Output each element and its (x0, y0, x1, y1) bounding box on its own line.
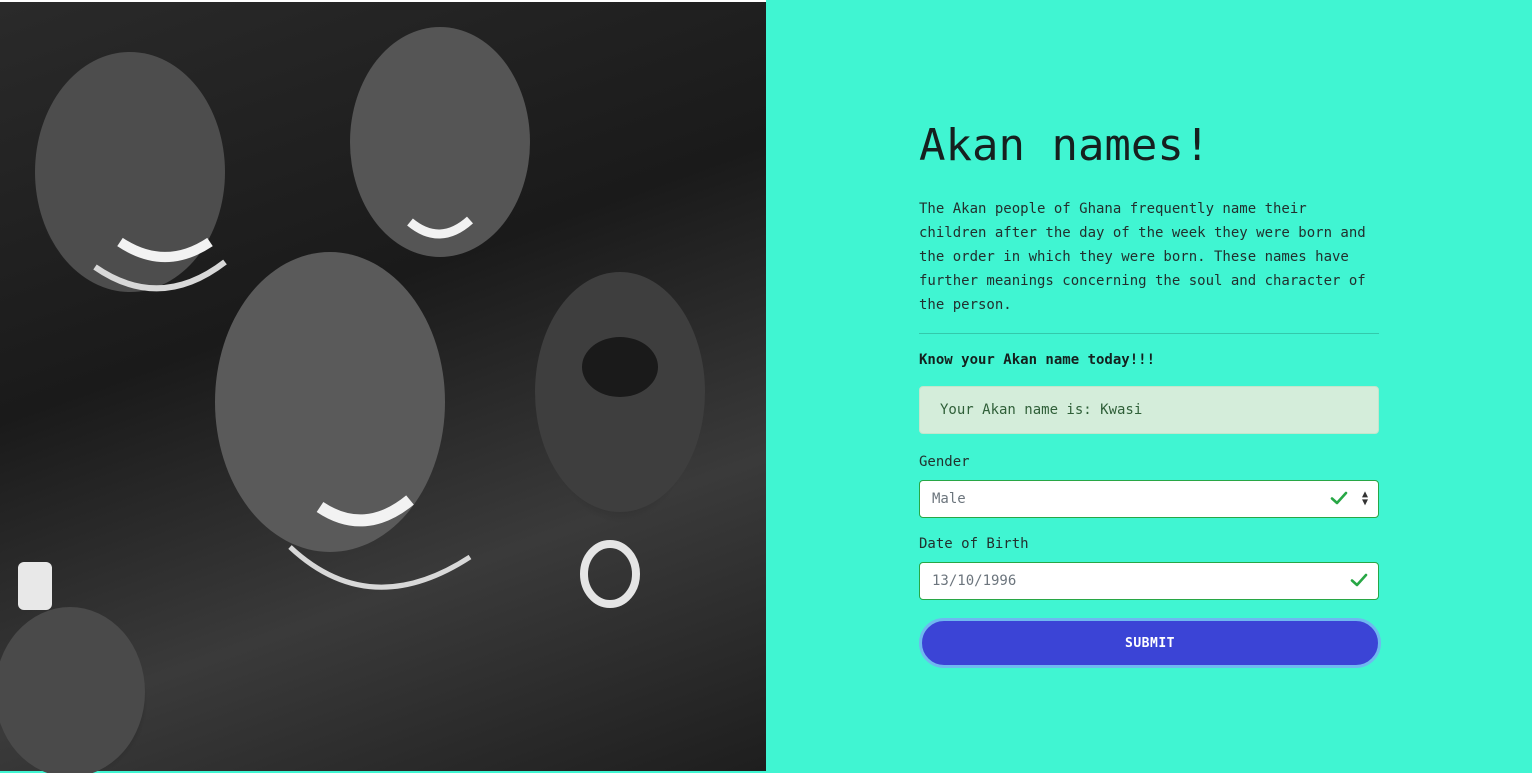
dob-input[interactable]: 13/10/1996 (919, 562, 1379, 600)
cta-text: Know your Akan name today!!! (919, 352, 1156, 368)
result-text: Your Akan name is: Kwasi (940, 402, 1143, 418)
check-icon (1350, 571, 1368, 589)
gender-select[interactable]: Male ▲ ▼ (919, 480, 1379, 518)
gender-label: Gender (919, 454, 970, 470)
page-title: Akan names! (919, 120, 1211, 171)
dob-value: 13/10/1996 (932, 573, 1017, 589)
hero-photo (0, 0, 766, 773)
divider (919, 333, 1379, 334)
check-icon (1330, 489, 1348, 507)
gender-value: Male (932, 491, 966, 507)
main-content: Akan names! The Akan people of Ghana fre… (919, 110, 1381, 668)
result-alert: Your Akan name is: Kwasi (919, 386, 1379, 434)
dob-label: Date of Birth (919, 536, 1029, 552)
select-caret-icon: ▲ ▼ (1361, 489, 1368, 508)
hero-photo-shapes (0, 27, 705, 773)
description: The Akan people of Ghana frequently name… (919, 201, 1366, 313)
submit-button[interactable]: SUBMIT (919, 618, 1381, 668)
